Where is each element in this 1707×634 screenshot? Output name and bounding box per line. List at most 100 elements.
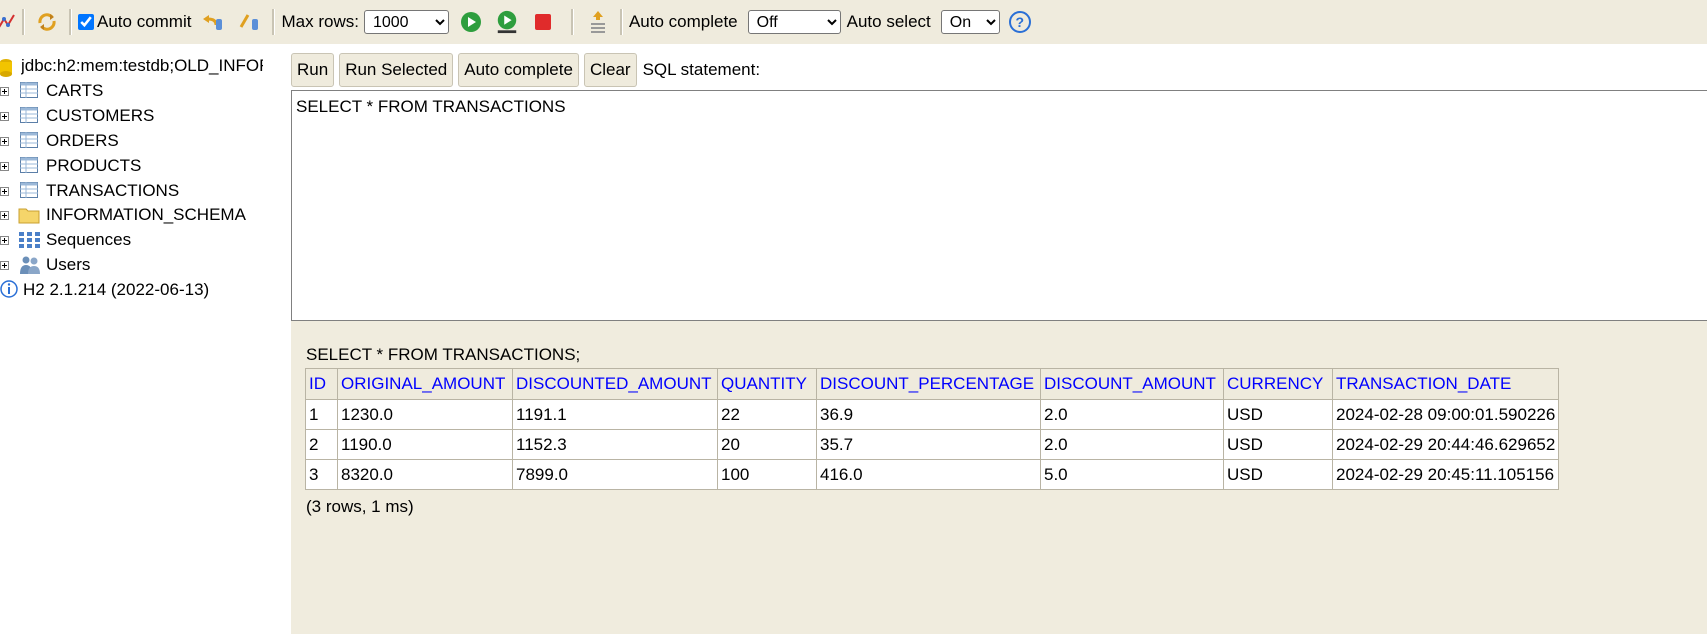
tree-item-label: ORDERS	[46, 131, 119, 150]
auto-commit-checkbox[interactable]	[78, 14, 94, 30]
table-cell: 1	[305, 399, 338, 430]
tree-item-label: TRANSACTIONS	[46, 181, 180, 200]
table-icon	[20, 82, 38, 103]
table-icon	[20, 107, 38, 128]
result-panel: SELECT * FROM TRANSACTIONS; ID ORIGINAL_…	[291, 321, 1707, 634]
toolbar-separator	[69, 9, 72, 35]
table-icon	[20, 182, 38, 203]
table-cell: 2.0	[1040, 399, 1224, 430]
tree-item-label: Users	[46, 255, 91, 274]
expand-icon[interactable]	[0, 260, 9, 270]
run-selected-button[interactable]: Run Selected	[339, 53, 454, 87]
auto-commit-label: Auto commit	[97, 12, 192, 31]
auto-complete-label: Auto complete	[628, 12, 738, 31]
table-cell: 1152.3	[512, 429, 718, 460]
run-icon[interactable]	[459, 10, 483, 34]
max-rows-label: Max rows:	[281, 12, 359, 31]
table-cell: USD	[1223, 399, 1333, 430]
schema-tree: jdbc:h2:mem:testdb;OLD_INFORMATION_SCHEM…	[0, 50, 290, 634]
table-cell: 1190.0	[337, 429, 513, 460]
table-cell: 8320.0	[337, 459, 513, 490]
disconnect-icon[interactable]	[0, 10, 16, 34]
users-icon	[19, 255, 41, 280]
table-cell: USD	[1223, 459, 1333, 490]
sequences-icon	[19, 232, 41, 253]
table-cell: 2	[305, 429, 338, 460]
tree-item-label: PRODUCTS	[46, 156, 142, 175]
table-cell: 20	[717, 429, 817, 460]
history-icon[interactable]	[586, 10, 610, 34]
table-row: 2 1190.0 1152.3 20 35.7 2.0 USD 2024-02-…	[305, 429, 1560, 460]
expand-icon[interactable]	[0, 210, 9, 220]
help-glyph: ?	[1008, 11, 1031, 33]
connection-label: jdbc:h2:mem:testdb;OLD_INFORMATION_SCHEM…	[21, 56, 263, 75]
toolbar-separator	[272, 9, 276, 35]
tree-item-label: CUSTOMERS	[46, 106, 155, 125]
table-cell: 2.0	[1040, 429, 1224, 460]
help-icon[interactable]: ?	[1008, 10, 1032, 34]
executed-statement: SELECT * FROM TRANSACTIONS;	[306, 345, 581, 364]
expand-icon[interactable]	[0, 111, 9, 121]
clear-button[interactable]: Clear	[583, 53, 637, 87]
column-header[interactable]: DISCOUNT_AMOUNT	[1040, 368, 1224, 400]
table-cell: 3	[305, 459, 338, 490]
table-cell: 2024-02-28 09:00:01.590226	[1331, 399, 1560, 430]
table-row: 3 8320.0 7899.0 100 416.0 5.0 USD 2024-0…	[305, 459, 1560, 490]
table-cell: 2024-02-29 20:45:11.105156	[1331, 459, 1560, 490]
column-header[interactable]: ORIGINAL_AMOUNT	[337, 368, 513, 400]
column-header[interactable]: ID	[305, 368, 338, 400]
table-cell: 36.9	[816, 399, 1041, 430]
table-cell: 1230.0	[337, 399, 513, 430]
expand-icon[interactable]	[0, 161, 9, 171]
query-panel: Run Run Selected Auto complete Clear SQL…	[291, 50, 1707, 634]
sql-statement-label: SQL statement:	[642, 60, 761, 79]
table-cell: 416.0	[816, 459, 1041, 490]
expand-icon[interactable]	[0, 136, 9, 146]
column-header[interactable]: TRANSACTION_DATE	[1331, 368, 1560, 400]
column-header[interactable]: CURRENCY	[1223, 368, 1333, 400]
stop-icon[interactable]	[531, 10, 555, 34]
table-cell: 1191.1	[512, 399, 718, 430]
column-header[interactable]: QUANTITY	[717, 368, 817, 400]
table-icon	[20, 132, 38, 153]
database-icon	[0, 58, 12, 83]
tree-item-label: INFORMATION_SCHEMA	[46, 205, 246, 224]
expand-icon[interactable]	[0, 186, 9, 196]
table-cell: 7899.0	[512, 459, 718, 490]
auto-complete-button[interactable]: Auto complete	[458, 53, 579, 87]
column-header[interactable]: DISCOUNT_PERCENTAGE	[816, 368, 1041, 400]
tree-item-label: Sequences	[46, 230, 132, 249]
table-cell: USD	[1223, 429, 1333, 460]
column-header[interactable]: DISCOUNTED_AMOUNT	[512, 368, 718, 400]
auto-complete-select[interactable]: Off	[747, 10, 841, 34]
run-selected-icon[interactable]	[495, 10, 519, 34]
expand-icon[interactable]	[0, 86, 9, 96]
toolbar-separator	[570, 9, 574, 35]
table-cell: 22	[717, 399, 817, 430]
result-summary: (3 rows, 1 ms)	[306, 497, 414, 516]
sql-button-row: Run Run Selected Auto complete Clear SQL…	[291, 53, 761, 87]
table-row: 1 1230.0 1191.1 22 36.9 2.0 USD 2024-02-…	[305, 399, 1560, 430]
run-button[interactable]: Run	[291, 53, 335, 87]
commit-icon[interactable]	[238, 10, 262, 34]
result-table: ID ORIGINAL_AMOUNT DISCOUNTED_AMOUNT QUA…	[305, 368, 1560, 490]
version-label: H2 2.1.214 (2022-06-13)	[23, 280, 210, 299]
table-cell: 5.0	[1040, 459, 1224, 490]
toolbar-separator	[619, 9, 623, 35]
table-cell: 100	[717, 459, 817, 490]
max-rows-select[interactable]: 1000	[363, 10, 449, 34]
info-icon	[0, 280, 18, 303]
table-icon	[20, 157, 38, 178]
auto-select-select[interactable]: On	[940, 10, 1000, 34]
table-cell: 35.7	[816, 429, 1041, 460]
toolbar: Auto commit Max rows: 1000 Auto complete…	[0, 0, 1707, 44]
rollback-icon[interactable]	[200, 10, 224, 34]
toolbar-separator	[22, 9, 25, 35]
result-header-row: ID ORIGINAL_AMOUNT DISCOUNTED_AMOUNT QUA…	[305, 368, 1560, 400]
folder-icon	[18, 206, 40, 229]
auto-select-label: Auto select	[846, 12, 931, 31]
refresh-icon[interactable]	[35, 10, 59, 34]
expand-icon[interactable]	[0, 235, 9, 245]
sql-editor[interactable]: SELECT * FROM TRANSACTIONS	[291, 90, 1707, 321]
tree-item-label: CARTS	[46, 81, 104, 100]
